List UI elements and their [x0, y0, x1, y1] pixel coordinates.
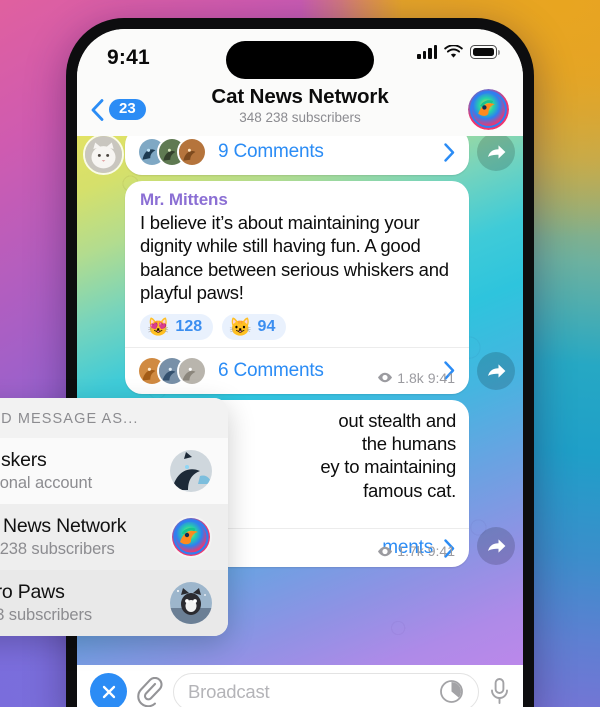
menu-item-text: Astro Paws 5493 subscribers: [0, 581, 160, 625]
message-bubble[interactable]: 9 Comments: [125, 136, 469, 175]
whiskers-avatar-art: [170, 450, 212, 492]
send-message-as-menu[interactable]: SEND MESSAGE AS... Whiskers personal acc…: [0, 398, 228, 636]
message-meta: 1.8k 9:41: [377, 370, 455, 386]
status-bar: 9:41: [77, 29, 523, 83]
paperclip-icon[interactable]: [137, 676, 163, 707]
status-clock: 9:41: [107, 46, 150, 69]
share-arrow-icon[interactable]: [477, 136, 515, 171]
status-icons: [417, 45, 500, 59]
menu-item-text: Whiskers personal account: [0, 449, 160, 493]
microphone-icon[interactable]: [489, 677, 510, 707]
menu-item-subtitle: 348 238 subscribers: [0, 540, 115, 558]
astro-paws-avatar-art: [170, 582, 212, 624]
comments-label: 9 Comments: [218, 141, 324, 162]
eye-icon: [378, 372, 393, 383]
share-arrow-glyph: [487, 363, 505, 378]
menu-item-subtitle: personal account: [0, 474, 93, 492]
heart-eyes-cat-reaction[interactable]: 😻 128: [140, 313, 214, 340]
reaction-count: 128: [175, 317, 203, 335]
back-button[interactable]: 23: [91, 98, 146, 121]
commenter-avatar: [177, 355, 207, 386]
close-x-glyph: [102, 685, 115, 698]
menu-item-whiskers[interactable]: Whiskers personal account: [0, 438, 228, 504]
battery-full-icon: [470, 45, 500, 59]
reaction-count: 94: [257, 317, 276, 335]
surprised-cat-emoji: 😺: [229, 316, 252, 337]
menu-item-cat-news-network[interactable]: Cat News Network 348 238 subscribers: [0, 504, 228, 570]
screenshot-stage: 9:41 23 Cat News Network 348 238 subscri…: [0, 0, 600, 707]
message-text: I believe it’s about maintaining your di…: [140, 212, 449, 304]
chevron-left-icon: [91, 98, 104, 121]
share-arrow-glyph: [487, 539, 505, 553]
reactions-row: 😻 128 😺 94: [140, 313, 456, 340]
whiskers-avatar: [170, 450, 212, 492]
menu-item-subtitle: 5493 subscribers: [0, 606, 93, 624]
unread-count-badge: 23: [109, 98, 146, 121]
share-arrow-icon[interactable]: [477, 527, 515, 566]
message-meta: 1.7k 9:41: [377, 543, 455, 559]
eye-icon: [378, 546, 393, 556]
commenter-avatars: [137, 137, 207, 167]
search-input[interactable]: Broadcast: [173, 672, 479, 707]
message-row: 9 Comments: [77, 136, 523, 175]
broadcast-placeholder: Broadcast: [188, 680, 270, 702]
menu-item-text: Cat News Network 348 238 subscribers: [0, 515, 160, 559]
schedule-timer-icon[interactable]: [439, 679, 464, 704]
message-time: 9:41: [427, 543, 455, 560]
chat-header: 23 Cat News Network 348 238 subscribers: [77, 83, 523, 136]
channel-avatar-art: [468, 89, 509, 130]
menu-header-label: SEND MESSAGE AS...: [0, 398, 228, 438]
menu-item-title: Whiskers: [0, 449, 47, 471]
menu-item-title: Cat News Network: [0, 515, 127, 537]
white-cat-avatar[interactable]: [83, 136, 124, 175]
comments-bar[interactable]: 9 Comments: [125, 136, 469, 175]
view-count: 1.7k: [397, 543, 424, 560]
share-arrow-glyph: [487, 145, 505, 159]
message-row: Mr. Mittens I believe it’s about maintai…: [77, 181, 523, 394]
menu-item-astro-paws[interactable]: Astro Paws 5493 subscribers: [0, 570, 228, 636]
cat-news-network-avatar-art: [170, 516, 212, 558]
menu-item-title: Astro Paws: [0, 581, 65, 603]
message-body: Mr. Mittens I believe it’s about maintai…: [125, 181, 469, 347]
wifi-icon: [444, 45, 463, 58]
commenter-avatar: [177, 137, 207, 167]
share-arrow-icon[interactable]: [477, 351, 515, 390]
message-composer: Broadcast: [77, 665, 523, 707]
close-x-icon[interactable]: [90, 673, 127, 707]
heart-eyes-cat-emoji: 😻: [147, 316, 170, 337]
astro-paws-avatar: [170, 582, 212, 624]
signal-bars-icon: [417, 45, 437, 59]
message-bubble[interactable]: Mr. Mittens I believe it’s about maintai…: [125, 181, 469, 394]
channel-avatar[interactable]: [468, 89, 509, 130]
commenter-avatars: [137, 355, 207, 386]
dynamic-island: [226, 41, 374, 79]
white-cat-avatar-art: [85, 136, 122, 173]
message-time: 9:41: [427, 369, 455, 386]
message-sender: Mr. Mittens: [140, 190, 228, 209]
view-count: 1.8k: [397, 369, 424, 386]
surprised-cat-reaction[interactable]: 😺 94: [222, 313, 287, 340]
chevron-right-icon: [444, 142, 455, 162]
cat-news-network-avatar: [170, 516, 212, 558]
